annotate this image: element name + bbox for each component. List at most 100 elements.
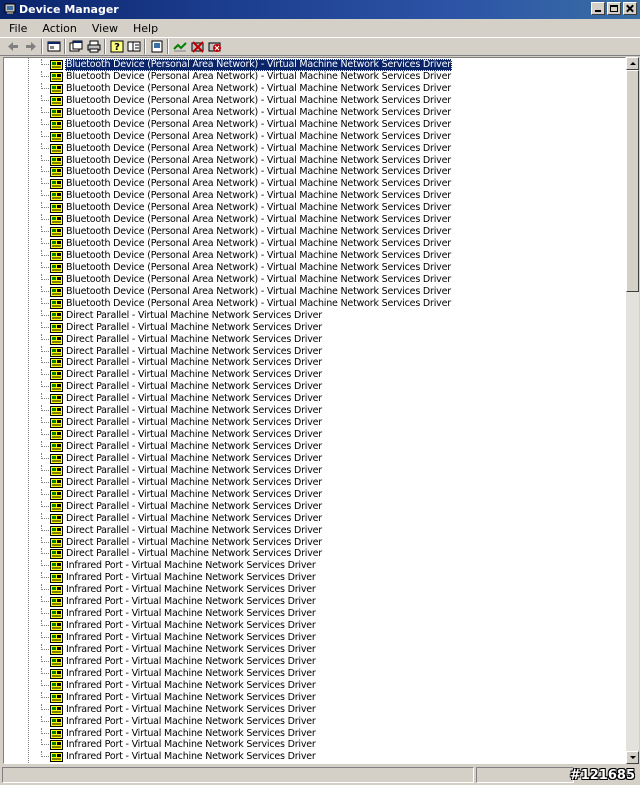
device-item[interactable]: Bluetooth Device (Personal Area Network)… — [4, 154, 623, 167]
device-item[interactable]: Direct Parallel - Virtual Machine Networ… — [4, 429, 623, 441]
device-item[interactable]: Infrared Port - Virtual Machine Network … — [4, 643, 623, 656]
scroll-up-button[interactable] — [626, 57, 639, 70]
device-item[interactable]: Direct Parallel - Virtual Machine Networ… — [4, 500, 623, 513]
device-label: Infrared Port - Virtual Machine Network … — [66, 715, 316, 727]
device-item[interactable]: Bluetooth Device (Personal Area Network)… — [4, 190, 623, 202]
device-item[interactable]: Direct Parallel - Virtual Machine Networ… — [4, 441, 623, 453]
device-item[interactable]: Direct Parallel - Virtual Machine Networ… — [4, 321, 623, 334]
device-item[interactable]: Direct Parallel - Virtual Machine Networ… — [4, 405, 623, 417]
device-item[interactable]: Infrared Port - Virtual Machine Network … — [4, 691, 623, 704]
device-item[interactable]: Direct Parallel - Virtual Machine Networ… — [4, 333, 623, 346]
device-item[interactable]: Bluetooth Device (Personal Area Network)… — [4, 214, 623, 226]
device-item[interactable]: Direct Parallel - Virtual Machine Networ… — [4, 464, 623, 477]
device-item[interactable]: Infrared Port - Virtual Machine Network … — [4, 620, 623, 632]
device-item[interactable]: Infrared Port - Virtual Machine Network … — [4, 584, 623, 596]
device-item[interactable]: Infrared Port - Virtual Machine Network … — [4, 632, 623, 644]
network-adapter-icon — [50, 704, 63, 715]
device-item[interactable]: Direct Parallel - Virtual Machine Networ… — [4, 357, 623, 369]
device-item[interactable]: Bluetooth Device (Personal Area Network)… — [4, 250, 623, 262]
uninstall-device-icon[interactable] — [208, 40, 222, 53]
device-item[interactable]: Bluetooth Device (Personal Area Network)… — [4, 82, 623, 95]
device-item[interactable]: Direct Parallel - Virtual Machine Networ… — [4, 452, 623, 465]
device-label: Infrared Port - Virtual Machine Network … — [66, 751, 316, 763]
network-adapter-icon — [50, 167, 63, 178]
device-item[interactable]: Infrared Port - Virtual Machine Network … — [4, 608, 623, 620]
device-label: Direct Parallel - Virtual Machine Networ… — [66, 405, 322, 417]
disable-device-icon[interactable] — [191, 40, 205, 53]
device-item[interactable]: Infrared Port - Virtual Machine Network … — [4, 715, 623, 728]
device-item[interactable]: Infrared Port - Virtual Machine Network … — [4, 596, 623, 608]
device-item[interactable]: Infrared Port - Virtual Machine Network … — [4, 727, 623, 740]
device-item[interactable]: Bluetooth Device (Personal Area Network)… — [4, 273, 623, 286]
back-arrow-icon[interactable] — [6, 40, 20, 53]
device-item[interactable]: Bluetooth Device (Personal Area Network)… — [4, 142, 623, 155]
menu-file[interactable]: File — [3, 22, 33, 35]
vertical-scrollbar[interactable] — [626, 57, 639, 764]
device-item[interactable]: Infrared Port - Virtual Machine Network … — [4, 703, 623, 716]
device-item[interactable]: Bluetooth Device (Personal Area Network)… — [4, 59, 623, 71]
device-item[interactable]: Bluetooth Device (Personal Area Network)… — [4, 130, 623, 143]
device-item[interactable]: Direct Parallel - Virtual Machine Networ… — [4, 476, 623, 489]
scroll-thumb[interactable] — [626, 70, 639, 292]
device-item[interactable]: Infrared Port - Virtual Machine Network … — [4, 655, 623, 668]
device-tree[interactable]: Bluetooth Device (Personal Area Network)… — [3, 57, 626, 764]
device-item[interactable]: Bluetooth Device (Personal Area Network)… — [4, 178, 623, 190]
device-label: Direct Parallel - Virtual Machine Networ… — [66, 309, 322, 321]
device-item[interactable]: Direct Parallel - Virtual Machine Networ… — [4, 369, 623, 381]
network-adapter-icon — [50, 239, 63, 250]
device-item[interactable]: Direct Parallel - Virtual Machine Networ… — [4, 488, 623, 501]
device-label: Direct Parallel - Virtual Machine Networ… — [66, 357, 322, 369]
device-label: Bluetooth Device (Personal Area Network)… — [66, 178, 451, 190]
device-item[interactable]: Direct Parallel - Virtual Machine Networ… — [4, 309, 623, 322]
device-item[interactable]: Bluetooth Device (Personal Area Network)… — [4, 118, 623, 131]
device-item[interactable]: Direct Parallel - Virtual Machine Networ… — [4, 548, 623, 560]
menu-help[interactable]: Help — [127, 22, 164, 35]
network-adapter-icon — [50, 310, 63, 321]
close-button[interactable] — [623, 2, 637, 15]
device-item[interactable]: Direct Parallel - Virtual Machine Networ… — [4, 417, 623, 429]
network-adapter-icon — [50, 215, 63, 226]
scan-hardware-icon[interactable] — [173, 40, 187, 53]
device-item[interactable]: Bluetooth Device (Personal Area Network)… — [4, 106, 623, 119]
device-item[interactable]: Bluetooth Device (Personal Area Network)… — [4, 238, 623, 250]
device-list: Bluetooth Device (Personal Area Network)… — [4, 59, 623, 763]
device-item[interactable]: Direct Parallel - Virtual Machine Networ… — [4, 536, 623, 549]
refresh-icon[interactable] — [150, 40, 164, 53]
device-item[interactable]: Infrared Port - Virtual Machine Network … — [4, 679, 623, 692]
print-icon[interactable] — [87, 40, 101, 53]
maximize-button[interactable] — [607, 2, 621, 15]
help-icon[interactable]: ? — [110, 40, 124, 53]
device-item[interactable]: Infrared Port - Virtual Machine Network … — [4, 560, 623, 572]
device-item[interactable]: Infrared Port - Virtual Machine Network … — [4, 751, 623, 763]
network-adapter-icon — [50, 752, 63, 763]
device-item[interactable]: Direct Parallel - Virtual Machine Networ… — [4, 524, 623, 537]
scroll-down-button[interactable] — [626, 751, 639, 764]
network-adapter-icon — [50, 262, 63, 273]
menu-action[interactable]: Action — [36, 22, 82, 35]
device-item[interactable]: Bluetooth Device (Personal Area Network)… — [4, 70, 623, 83]
device-label: Direct Parallel - Virtual Machine Networ… — [66, 321, 322, 333]
forward-arrow-icon[interactable] — [24, 40, 38, 53]
device-item[interactable]: Bluetooth Device (Personal Area Network)… — [4, 202, 623, 214]
device-item[interactable]: Direct Parallel - Virtual Machine Networ… — [4, 345, 623, 358]
device-item[interactable]: Bluetooth Device (Personal Area Network)… — [4, 94, 623, 107]
device-item[interactable]: Direct Parallel - Virtual Machine Networ… — [4, 393, 623, 405]
network-adapter-icon — [50, 477, 63, 488]
toolbar: ? — [0, 37, 640, 56]
device-item[interactable]: Infrared Port - Virtual Machine Network … — [4, 572, 623, 584]
menu-view[interactable]: View — [86, 22, 124, 35]
device-item[interactable]: Bluetooth Device (Personal Area Network)… — [4, 297, 623, 310]
show-hide-icon[interactable] — [127, 40, 141, 53]
device-item[interactable]: Infrared Port - Virtual Machine Network … — [4, 739, 623, 751]
device-item[interactable]: Direct Parallel - Virtual Machine Networ… — [4, 512, 623, 525]
up-level-icon[interactable] — [47, 40, 61, 53]
device-item[interactable]: Infrared Port - Virtual Machine Network … — [4, 667, 623, 680]
properties-icon[interactable] — [69, 40, 83, 53]
device-label: Direct Parallel - Virtual Machine Networ… — [66, 369, 322, 381]
device-item[interactable]: Bluetooth Device (Personal Area Network)… — [4, 166, 623, 178]
minimize-button[interactable] — [591, 2, 605, 15]
device-item[interactable]: Direct Parallel - Virtual Machine Networ… — [4, 381, 623, 393]
device-item[interactable]: Bluetooth Device (Personal Area Network)… — [4, 226, 623, 238]
device-item[interactable]: Bluetooth Device (Personal Area Network)… — [4, 261, 623, 274]
device-item[interactable]: Bluetooth Device (Personal Area Network)… — [4, 285, 623, 298]
